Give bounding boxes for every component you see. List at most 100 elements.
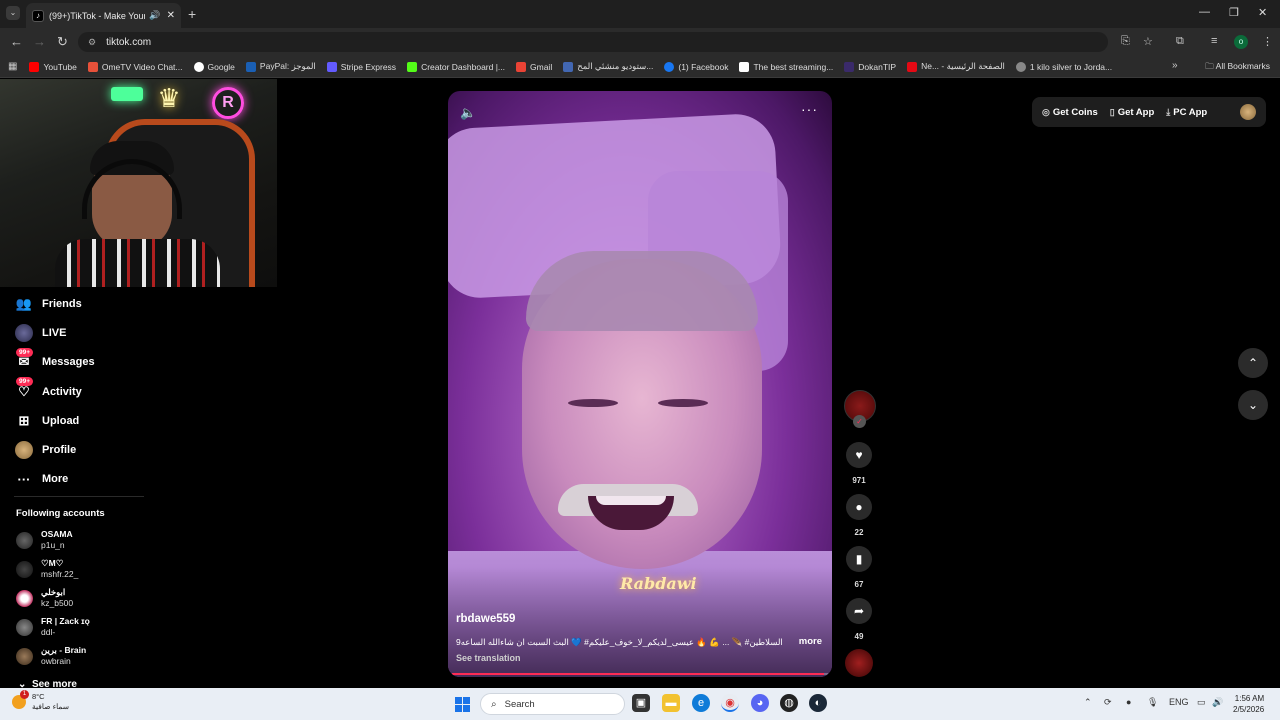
bookmark-paypal[interactable]: PayPal: الموجز (245, 61, 316, 72)
bookmark-star-icon[interactable]: ☆ (1143, 35, 1153, 48)
following-account[interactable]: OSAMA p1u_n (16, 529, 73, 551)
video-watermark: Rabdawi (620, 574, 697, 593)
followed-check-icon[interactable]: ✓ (853, 415, 866, 428)
forward-icon[interactable]: → (33, 34, 46, 49)
volume-tray-icon[interactable]: 🔊 (1212, 697, 1223, 708)
sidebar-item-live[interactable]: LIVE (14, 318, 164, 347)
system-clock[interactable]: 1:56 AM 2/5/2026 (1233, 693, 1264, 715)
video-player[interactable]: 🔈 ··· Rabdawi rbdawe559 السلاطين# 🪶 ... … (448, 91, 832, 677)
bookmark-silver[interactable]: 1 kilo silver to Jorda... (1015, 61, 1112, 72)
pc-app-button[interactable]: ⤓ PC App (1166, 107, 1207, 118)
all-bookmarks[interactable]: 🗀 All Bookmarks (1205, 61, 1270, 75)
discord-icon[interactable]: ◕ (751, 694, 769, 712)
video-options-icon[interactable]: ··· (801, 101, 818, 117)
steam-icon[interactable]: ◐ (809, 694, 827, 712)
phone-icon: ▯ (1109, 106, 1115, 117)
coin-icon: ◎ (1042, 106, 1050, 117)
next-video-button[interactable]: ⌄ (1238, 390, 1268, 420)
user-avatar[interactable] (1240, 104, 1256, 120)
get-coins-button[interactable]: ◎ Get Coins (1042, 107, 1098, 118)
webcam-overlay: ♛ R (0, 79, 277, 287)
bookmark-creator-dashboard[interactable]: Creator Dashboard |... (407, 61, 505, 72)
following-account[interactable]: ♡M♡ mshfr.22_ (16, 558, 78, 580)
bookmark-ometv[interactable]: OmeTV Video Chat... (87, 61, 183, 72)
sync-icon[interactable]: ⟳ (1104, 697, 1112, 708)
volume-icon[interactable]: 🔈 (460, 105, 476, 121)
bookmark-stripe[interactable]: Stripe Express (326, 61, 396, 72)
url-bar[interactable]: ⚙ tiktok.com (78, 32, 1108, 52)
bookmark-google[interactable]: Google (193, 61, 235, 72)
following-account[interactable]: برين - Brain owbrain (16, 645, 86, 667)
apps-grid-icon[interactable]: ▦ (8, 61, 17, 72)
extensions-icon[interactable]: ⧉ (1176, 35, 1184, 48)
avatar (16, 560, 33, 578)
bookmark-netflix[interactable]: Ne... - الصفحة الرئيسية (907, 61, 1005, 72)
sidebar-item-messages[interactable]: ✉ 99+ Messages (14, 347, 164, 377)
close-tab-icon[interactable]: ✕ (167, 10, 175, 21)
address-toolbar: ← → ↻ ⚙ tiktok.com ⎘ ☆ ⧉ ≡ ⋮ (0, 28, 1280, 56)
edge-icon[interactable]: e (692, 694, 710, 712)
speaker-icon[interactable]: 🔊 (149, 10, 160, 21)
chrome-icon[interactable]: ◉ (721, 694, 739, 712)
new-tab-button[interactable]: + (188, 6, 196, 22)
sidebar-item-friends[interactable]: 👥 Friends (14, 289, 164, 318)
microphone-icon[interactable]: 🎙 (1147, 697, 1158, 708)
following-account[interactable]: FR | Zack ɪǫ ddl- (16, 616, 90, 638)
sidebar-item-more[interactable]: ··· More (14, 465, 164, 494)
more-icon: ··· (17, 471, 31, 487)
status-dot-icon[interactable]: ● (1126, 697, 1131, 707)
site-info-icon[interactable]: ⚙ (88, 37, 96, 48)
like-button[interactable]: ♥ (846, 442, 872, 468)
obs-icon[interactable]: ◍ (780, 694, 798, 712)
install-app-icon[interactable]: ⎘ (1121, 35, 1130, 48)
following-account[interactable]: ابوخلي kz_b500 (16, 587, 73, 609)
browser-profile-avatar[interactable]: o (1234, 35, 1248, 49)
bookmark-streaming[interactable]: The best streaming... (739, 61, 833, 72)
save-count: 67 (854, 580, 864, 589)
browser-menu-icon[interactable]: ⋮ (1262, 35, 1273, 48)
bookmark-youtube[interactable]: YouTube (29, 61, 77, 72)
sidebar-item-profile[interactable]: Profile (14, 435, 164, 464)
language-indicator[interactable]: ENG (1169, 697, 1189, 707)
close-window-icon[interactable]: ✕ (1258, 6, 1267, 19)
sidebar-item-activity[interactable]: ♡ 99+ Activity (14, 376, 164, 406)
caption-more-button[interactable]: more (799, 636, 822, 647)
live-icon (14, 323, 34, 343)
bookmark-facebook[interactable]: (1) Facebook (664, 61, 728, 72)
reload-icon[interactable]: ↻ (57, 34, 68, 50)
ometv-icon (87, 61, 98, 72)
taskbar-search[interactable]: ⌕ Search (480, 693, 625, 715)
file-explorer-icon[interactable]: ▬ (662, 694, 680, 712)
music-disc-icon[interactable] (845, 649, 873, 677)
task-view-icon[interactable]: ▣ (632, 694, 650, 712)
media-controls-icon[interactable]: ≡ (1211, 35, 1217, 47)
restore-icon[interactable]: ❐ (1229, 6, 1239, 19)
bookmark-dokantip[interactable]: DokanTIP (844, 61, 896, 72)
comment-button[interactable]: ● (846, 494, 872, 520)
tab-tiktok[interactable]: ♪ (99+)TikTok - Make Your Day 🔊 ✕ (26, 3, 181, 28)
start-button[interactable] (455, 697, 470, 712)
see-translation-link[interactable]: See translation (456, 653, 521, 663)
dokantip-icon (844, 61, 855, 72)
bookmark-gmail[interactable]: Gmail (516, 61, 552, 72)
google-icon (193, 61, 204, 72)
video-progress-bar[interactable] (452, 673, 828, 675)
back-icon[interactable]: ← (10, 34, 23, 49)
save-button[interactable]: ▮ (846, 546, 872, 572)
previous-video-button[interactable]: ⌃ (1238, 348, 1268, 378)
video-author[interactable]: rbdawe559 (456, 613, 515, 625)
minimize-icon[interactable]: — (1199, 6, 1210, 18)
more-bookmarks-icon[interactable]: » (1172, 60, 1178, 71)
download-icon: ⤓ (1166, 106, 1171, 117)
sidebar-item-upload[interactable]: ⊞ Upload (14, 406, 164, 435)
get-app-button[interactable]: ▯ Get App (1110, 107, 1155, 118)
top-actions: ◎ Get Coins ▯ Get App ⤓ PC App (1032, 97, 1266, 127)
share-button[interactable]: ➦ (846, 598, 872, 624)
browser-tab-bar: ⌄ ♪ (99+)TikTok - Make Your Day 🔊 ✕ + — … (0, 0, 1280, 28)
tray-overflow-icon[interactable]: ⌃ (1084, 697, 1092, 708)
messages-badge: 99+ (16, 347, 34, 357)
weather-widget[interactable]: 1 8°C سماء صافية (12, 690, 69, 712)
network-icon[interactable]: ▭ (1197, 697, 1206, 708)
tab-search-menu-icon[interactable]: ⌄ (6, 6, 20, 20)
bookmark-creator-studio[interactable]: ستوديو منشئي المح... (563, 61, 653, 72)
